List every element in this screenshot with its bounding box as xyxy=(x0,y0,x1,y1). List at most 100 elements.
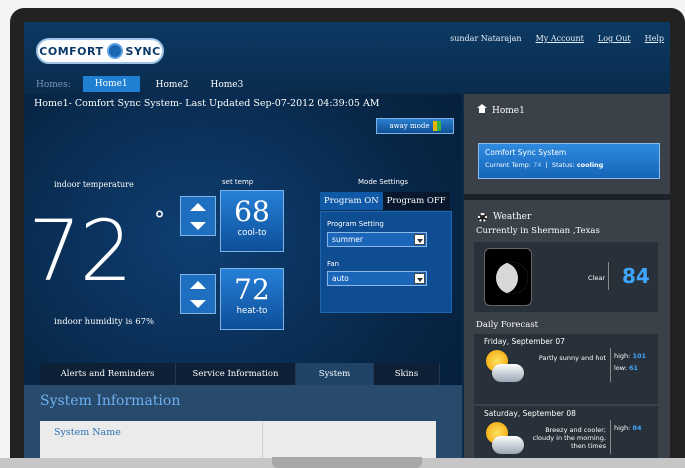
my-account-link[interactable]: My Account xyxy=(536,34,584,43)
home-card-name: Home1 xyxy=(492,106,525,116)
low-label: low: xyxy=(614,364,627,372)
high-value: 101 xyxy=(632,352,647,360)
tab-system[interactable]: System xyxy=(296,363,374,385)
system-summary-details: Current Temp: 74 | Status: cooling xyxy=(485,161,604,169)
help-link[interactable]: Help xyxy=(645,34,664,43)
system-information-box: System Name xyxy=(40,421,436,458)
heat-to-setpoint: 72 heat-to xyxy=(220,268,284,330)
fan-label: Fan xyxy=(327,260,340,268)
moon-icon xyxy=(484,248,532,306)
weather-location: Currently in Sherman ,Texas xyxy=(476,226,600,236)
program-setting-value: summer xyxy=(332,235,363,244)
app-window: COMFORT SYNC sundar Natarajan My Account… xyxy=(24,22,670,458)
forecast-day: Saturday, September 08 Breezy and cooler… xyxy=(474,406,658,458)
current-outdoor-temp: 84 xyxy=(622,264,650,288)
forecast-high-low: high: 101 low: 61 xyxy=(614,350,646,374)
current-temp-value: 74 xyxy=(533,161,542,169)
high-label: high: xyxy=(614,352,631,360)
current-temp-label: Current Temp: xyxy=(485,161,531,169)
tab-home2[interactable]: Home2 xyxy=(150,78,195,92)
homes-label: Homes: xyxy=(36,80,71,90)
forecast-day: Friday, September 07 Partly sunny and ho… xyxy=(474,334,658,404)
tab-service-information[interactable]: Service Information xyxy=(176,363,296,385)
cool-to-setpoint: 68 cool-to xyxy=(220,190,284,252)
chevron-down-icon[interactable] xyxy=(414,234,425,245)
indoor-temperature-value: 72 xyxy=(28,202,133,300)
set-temp-label: set temp xyxy=(222,178,254,186)
program-off-tab[interactable]: Program OFF xyxy=(382,192,450,210)
chevron-down-icon[interactable] xyxy=(414,273,425,284)
heat-up-arrow-icon[interactable] xyxy=(190,280,206,289)
weather-condition: Clear xyxy=(588,274,605,282)
low-value: 61 xyxy=(629,364,639,372)
home-card: Home1 Comfort Sync System Current Temp: … xyxy=(464,94,670,194)
cool-to-value: 68 xyxy=(234,195,270,228)
away-mode-button[interactable]: away mode xyxy=(376,118,454,134)
away-mode-label: away mode xyxy=(389,122,430,130)
heat-to-value: 72 xyxy=(234,273,270,306)
indoor-humidity: indoor humidity is 67% xyxy=(54,317,155,327)
cool-down-arrow-icon[interactable] xyxy=(190,221,206,230)
status-line: Home1- Comfort Sync System- Last Updated… xyxy=(34,98,380,109)
comfort-sync-logo[interactable]: COMFORT SYNC xyxy=(36,38,164,64)
tab-home3[interactable]: Home3 xyxy=(205,78,250,92)
high-label: high: xyxy=(614,424,631,432)
status-label: Status: xyxy=(551,161,575,169)
partly-sunny-icon xyxy=(484,348,524,388)
system-summary-name: Comfort Sync System xyxy=(485,148,567,157)
forecast-high-low: high: 84 xyxy=(614,422,642,434)
home-card-title: Home1 xyxy=(477,104,525,116)
logo-swirl-icon xyxy=(106,43,123,59)
heat-to-label: heat-to xyxy=(236,306,268,316)
house-icon xyxy=(477,104,487,115)
indoor-temperature-label: indoor temperature xyxy=(54,180,134,189)
tab-alerts-and-reminders[interactable]: Alerts and Reminders xyxy=(40,363,176,385)
weather-gear-icon[interactable] xyxy=(478,212,487,222)
divider xyxy=(610,348,611,382)
right-sidebar: Home1 Comfort Sync System Current Temp: … xyxy=(464,94,670,458)
mode-settings-panel: Program Setting summer Fan auto xyxy=(320,211,452,313)
user-name: sundar Natarajan xyxy=(450,34,522,43)
cool-temp-stepper[interactable] xyxy=(180,196,216,236)
weather-title-text: Weather xyxy=(493,212,532,222)
log-out-link[interactable]: Log Out xyxy=(598,34,631,43)
fan-select[interactable]: auto xyxy=(327,271,427,286)
weather-title: Weather xyxy=(478,212,531,222)
divider xyxy=(262,421,263,458)
status-value: cooling xyxy=(576,161,604,169)
system-summary-button[interactable]: Comfort Sync System Current Temp: 74 | S… xyxy=(478,143,660,179)
header: COMFORT SYNC sundar Natarajan My Account… xyxy=(24,22,670,92)
system-information-title: System Information xyxy=(40,393,181,409)
program-on-tab[interactable]: Program ON xyxy=(320,192,383,210)
weather-card: Weather Currently in Sherman ,Texas Clea… xyxy=(464,200,670,458)
bottom-tabs: Alerts and Reminders Service Information… xyxy=(40,363,440,385)
cool-to-label: cool-to xyxy=(237,228,267,238)
tab-home1[interactable]: Home1 xyxy=(82,76,140,92)
mode-settings-label: Mode Settings xyxy=(358,178,409,186)
divider xyxy=(610,420,611,454)
program-tabs: Program ON Program OFF xyxy=(320,192,450,210)
user-links: sundar Natarajan My Account Log Out Help xyxy=(450,34,664,43)
logo-text-left: COMFORT xyxy=(39,44,104,58)
logo-text-right: SYNC xyxy=(125,44,161,58)
cool-up-arrow-icon[interactable] xyxy=(190,202,206,211)
heat-temp-stepper[interactable] xyxy=(180,274,216,314)
divider xyxy=(608,262,609,290)
degree-symbol: ° xyxy=(154,208,165,233)
system-name-label: System Name xyxy=(54,427,121,438)
program-setting-select[interactable]: summer xyxy=(327,232,427,247)
home-tabs: Homes: Home1 Home2 Home3 xyxy=(34,76,249,92)
laptop-notch xyxy=(272,457,422,468)
system-information-section: System Information System Name xyxy=(24,385,462,458)
away-mode-icon xyxy=(432,121,441,131)
thermostat-panel: Home1- Comfort Sync System- Last Updated… xyxy=(24,94,462,458)
current-weather-box: Clear 84 xyxy=(474,242,658,312)
program-setting-label: Program Setting xyxy=(327,220,384,228)
forecast-description: Breezy and cooler; cloudy in the morning… xyxy=(532,426,606,450)
forecast-date: Friday, September 07 xyxy=(484,337,565,346)
high-value: 84 xyxy=(632,424,642,432)
tab-skins[interactable]: Skins xyxy=(374,363,440,385)
forecast-description: Partly sunny and hot xyxy=(538,354,606,362)
heat-down-arrow-icon[interactable] xyxy=(190,299,206,308)
partly-cloudy-icon xyxy=(484,420,524,458)
